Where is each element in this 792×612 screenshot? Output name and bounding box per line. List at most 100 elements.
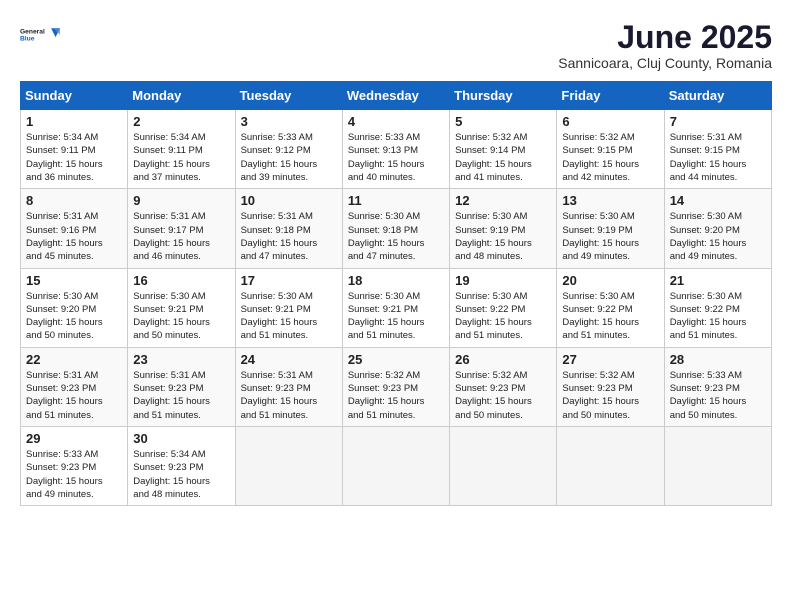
calendar-cell: 10 Sunrise: 5:31 AM Sunset: 9:18 PM Dayli…: [235, 189, 342, 268]
weekday-header-tuesday: Tuesday: [235, 82, 342, 110]
calendar-cell: 12 Sunrise: 5:30 AM Sunset: 9:19 PM Dayli…: [450, 189, 557, 268]
svg-text:Blue: Blue: [20, 36, 35, 43]
calendar-cell: 26Sunrise: 5:32 AM Sunset: 9:23 PM Dayli…: [450, 347, 557, 426]
day-number: 6: [562, 114, 658, 129]
day-info: Sunrise: 5:30 AM Sunset: 9:18 PM Dayligh…: [348, 210, 444, 263]
day-info: Sunrise: 5:30 AM Sunset: 9:21 PM Dayligh…: [133, 290, 229, 343]
day-info: Sunrise: 5:30 AM Sunset: 9:22 PM Dayligh…: [670, 290, 766, 343]
day-info: Sunrise: 5:32 AM Sunset: 9:14 PM Dayligh…: [455, 131, 551, 184]
day-info: Sunrise: 5:31 AM Sunset: 9:23 PM Dayligh…: [26, 369, 122, 422]
day-info: Sunrise: 5:33 AM Sunset: 9:12 PM Dayligh…: [241, 131, 337, 184]
calendar-cell: 18 Sunrise: 5:30 AM Sunset: 9:21 PM Dayli…: [342, 268, 449, 347]
day-info: Sunrise: 5:34 AM Sunset: 9:23 PM Dayligh…: [133, 448, 229, 501]
day-number: 4: [348, 114, 444, 129]
logo: General Blue: [20, 20, 60, 50]
day-number: 13: [562, 193, 658, 208]
day-info: Sunrise: 5:30 AM Sunset: 9:19 PM Dayligh…: [455, 210, 551, 263]
calendar-cell: 21 Sunrise: 5:30 AM Sunset: 9:22 PM Dayli…: [664, 268, 771, 347]
calendar-cell: 5 Sunrise: 5:32 AM Sunset: 9:14 PM Daylig…: [450, 110, 557, 189]
calendar-cell: 9 Sunrise: 5:31 AM Sunset: 9:17 PM Daylig…: [128, 189, 235, 268]
day-number: 28: [670, 352, 766, 367]
day-number: 18: [348, 273, 444, 288]
day-info: Sunrise: 5:34 AM Sunset: 9:11 PM Dayligh…: [133, 131, 229, 184]
day-info: Sunrise: 5:31 AM Sunset: 9:18 PM Dayligh…: [241, 210, 337, 263]
day-number: 17: [241, 273, 337, 288]
day-info: Sunrise: 5:33 AM Sunset: 9:23 PM Dayligh…: [670, 369, 766, 422]
day-number: 3: [241, 114, 337, 129]
day-info: Sunrise: 5:30 AM Sunset: 9:22 PM Dayligh…: [455, 290, 551, 343]
day-info: Sunrise: 5:30 AM Sunset: 9:21 PM Dayligh…: [348, 290, 444, 343]
calendar-week-row: 29 Sunrise: 5:33 AM Sunset: 9:23 PM Dayli…: [21, 426, 772, 505]
calendar-cell: 25 Sunrise: 5:32 AM Sunset: 9:23 PM Dayli…: [342, 347, 449, 426]
calendar-cell: 27Sunrise: 5:32 AM Sunset: 9:23 PM Dayli…: [557, 347, 664, 426]
calendar-cell: 11 Sunrise: 5:30 AM Sunset: 9:18 PM Dayli…: [342, 189, 449, 268]
calendar-cell: 16 Sunrise: 5:30 AM Sunset: 9:21 PM Dayli…: [128, 268, 235, 347]
calendar-cell: 19Sunrise: 5:30 AM Sunset: 9:22 PM Dayli…: [450, 268, 557, 347]
day-info: Sunrise: 5:30 AM Sunset: 9:20 PM Dayligh…: [670, 210, 766, 263]
page-header: General Blue June 2025 Sannicoara, Cluj …: [20, 20, 772, 71]
day-number: 7: [670, 114, 766, 129]
day-info: Sunrise: 5:34 AM Sunset: 9:11 PM Dayligh…: [26, 131, 122, 184]
calendar-cell: 15 Sunrise: 5:30 AM Sunset: 9:20 PM Dayli…: [21, 268, 128, 347]
day-number: 10: [241, 193, 337, 208]
calendar-cell: 29 Sunrise: 5:33 AM Sunset: 9:23 PM Dayli…: [21, 426, 128, 505]
logo-icon: General Blue: [20, 20, 60, 48]
day-info: Sunrise: 5:32 AM Sunset: 9:23 PM Dayligh…: [348, 369, 444, 422]
day-info: Sunrise: 5:32 AM Sunset: 9:15 PM Dayligh…: [562, 131, 658, 184]
calendar-cell: 22Sunrise: 5:31 AM Sunset: 9:23 PM Dayli…: [21, 347, 128, 426]
calendar-table: SundayMondayTuesdayWednesdayThursdayFrid…: [20, 81, 772, 506]
day-number: 8: [26, 193, 122, 208]
day-info: Sunrise: 5:31 AM Sunset: 9:23 PM Dayligh…: [133, 369, 229, 422]
day-info: Sunrise: 5:31 AM Sunset: 9:15 PM Dayligh…: [670, 131, 766, 184]
day-info: Sunrise: 5:33 AM Sunset: 9:23 PM Dayligh…: [26, 448, 122, 501]
weekday-header-saturday: Saturday: [664, 82, 771, 110]
day-number: 1: [26, 114, 122, 129]
calendar-cell: 30Sunrise: 5:34 AM Sunset: 9:23 PM Dayli…: [128, 426, 235, 505]
day-number: 15: [26, 273, 122, 288]
calendar-cell: [342, 426, 449, 505]
day-info: Sunrise: 5:30 AM Sunset: 9:20 PM Dayligh…: [26, 290, 122, 343]
day-number: 29: [26, 431, 122, 446]
day-info: Sunrise: 5:32 AM Sunset: 9:23 PM Dayligh…: [455, 369, 551, 422]
day-number: 16: [133, 273, 229, 288]
calendar-cell: 24Sunrise: 5:31 AM Sunset: 9:23 PM Dayli…: [235, 347, 342, 426]
calendar-cell: 14 Sunrise: 5:30 AM Sunset: 9:20 PM Dayli…: [664, 189, 771, 268]
calendar-cell: 7 Sunrise: 5:31 AM Sunset: 9:15 PM Daylig…: [664, 110, 771, 189]
calendar-cell: 17Sunrise: 5:30 AM Sunset: 9:21 PM Dayli…: [235, 268, 342, 347]
calendar-cell: 3 Sunrise: 5:33 AM Sunset: 9:12 PM Daylig…: [235, 110, 342, 189]
day-number: 2: [133, 114, 229, 129]
calendar-cell: [235, 426, 342, 505]
day-info: Sunrise: 5:30 AM Sunset: 9:19 PM Dayligh…: [562, 210, 658, 263]
calendar-cell: [557, 426, 664, 505]
day-info: Sunrise: 5:31 AM Sunset: 9:16 PM Dayligh…: [26, 210, 122, 263]
day-number: 11: [348, 193, 444, 208]
month-title: June 2025: [558, 20, 772, 55]
day-number: 12: [455, 193, 551, 208]
day-number: 25: [348, 352, 444, 367]
day-number: 23: [133, 352, 229, 367]
day-info: Sunrise: 5:30 AM Sunset: 9:22 PM Dayligh…: [562, 290, 658, 343]
day-number: 14: [670, 193, 766, 208]
day-number: 9: [133, 193, 229, 208]
title-section: June 2025 Sannicoara, Cluj County, Roman…: [558, 20, 772, 71]
day-info: Sunrise: 5:31 AM Sunset: 9:17 PM Dayligh…: [133, 210, 229, 263]
location: Sannicoara, Cluj County, Romania: [558, 55, 772, 71]
svg-text:General: General: [20, 29, 45, 36]
calendar-cell: 6 Sunrise: 5:32 AM Sunset: 9:15 PM Daylig…: [557, 110, 664, 189]
day-number: 24: [241, 352, 337, 367]
weekday-header-thursday: Thursday: [450, 82, 557, 110]
calendar-cell: 4 Sunrise: 5:33 AM Sunset: 9:13 PM Daylig…: [342, 110, 449, 189]
calendar-cell: 28 Sunrise: 5:33 AM Sunset: 9:23 PM Dayli…: [664, 347, 771, 426]
day-info: Sunrise: 5:33 AM Sunset: 9:13 PM Dayligh…: [348, 131, 444, 184]
day-number: 5: [455, 114, 551, 129]
weekday-header-sunday: Sunday: [21, 82, 128, 110]
day-number: 27: [562, 352, 658, 367]
calendar-week-row: 1 Sunrise: 5:34 AM Sunset: 9:11 PM Daylig…: [21, 110, 772, 189]
calendar-cell: 1 Sunrise: 5:34 AM Sunset: 9:11 PM Daylig…: [21, 110, 128, 189]
weekday-header-monday: Monday: [128, 82, 235, 110]
day-number: 21: [670, 273, 766, 288]
calendar-cell: 23 Sunrise: 5:31 AM Sunset: 9:23 PM Dayli…: [128, 347, 235, 426]
calendar-cell: 2 Sunrise: 5:34 AM Sunset: 9:11 PM Daylig…: [128, 110, 235, 189]
calendar-cell: 13 Sunrise: 5:30 AM Sunset: 9:19 PM Dayli…: [557, 189, 664, 268]
weekday-header-friday: Friday: [557, 82, 664, 110]
